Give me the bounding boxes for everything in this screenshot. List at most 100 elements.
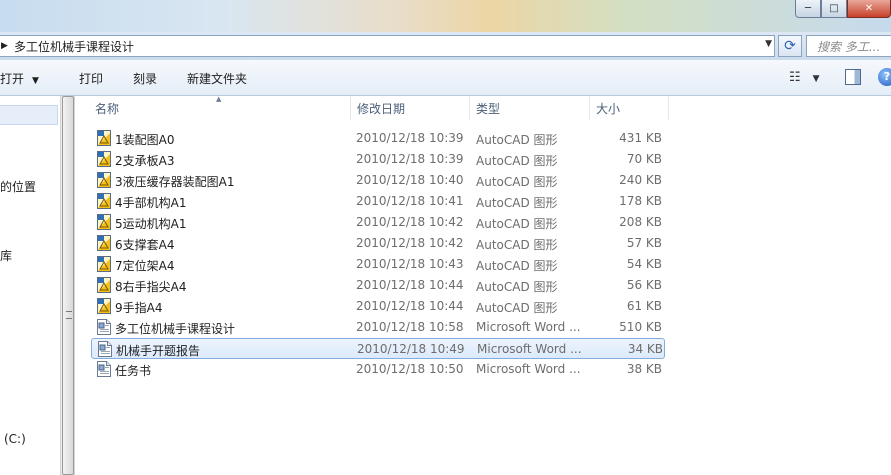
- file-row[interactable]: 2支承板A3 2010/12/18 10:39 AutoCAD 图形 70 KB: [91, 149, 665, 170]
- autocad-icon: [97, 214, 111, 230]
- address-dropdown-icon[interactable]: ▼: [765, 39, 772, 49]
- file-row[interactable]: 7定位架A4 2010/12/18 10:43 AutoCAD 图形 54 KB: [91, 254, 665, 275]
- scrollbar-thumb[interactable]: [62, 96, 74, 475]
- nav-item-recent-places[interactable]: 的位置: [0, 178, 36, 195]
- breadcrumb-chevron-icon[interactable]: ▶: [1, 41, 11, 51]
- autocad-icon: [97, 277, 111, 293]
- file-type: AutoCAD 图形: [476, 301, 558, 315]
- nav-item-local-disk-c[interactable]: (C:): [4, 432, 26, 446]
- file-date-modified: 2010/12/18 10:43: [356, 257, 464, 271]
- file-type: AutoCAD 图形: [476, 238, 558, 252]
- file-row[interactable]: 机械手开题报告 2010/12/18 10:49 Microsoft Word ..…: [91, 338, 665, 359]
- file-row[interactable]: 任务书 2010/12/18 10:50 Microsoft Word ... 38 …: [91, 359, 665, 380]
- maximize-button[interactable]: □: [821, 0, 847, 18]
- view-dropdown-icon[interactable]: ▼: [813, 74, 820, 84]
- file-name: 4手部机构A1: [115, 196, 187, 210]
- file-type: AutoCAD 图形: [476, 196, 558, 210]
- file-date-modified: 2010/12/18 10:41: [356, 194, 464, 208]
- file-name: 任务书: [115, 364, 152, 378]
- open-button[interactable]: 打开 ▼: [0, 70, 39, 87]
- file-name: 5运动机构A1: [115, 217, 187, 231]
- open-button-label: 打开: [0, 72, 25, 86]
- help-button[interactable]: ?: [878, 68, 891, 86]
- file-date-modified: 2010/12/18 10:39: [356, 131, 464, 145]
- file-size: 54 KB: [626, 257, 662, 271]
- autocad-icon: [97, 235, 111, 251]
- file-size: 70 KB: [626, 152, 662, 166]
- print-button[interactable]: 打印: [79, 70, 103, 87]
- file-date-modified: 2010/12/18 10:50: [356, 362, 464, 376]
- autocad-icon: [97, 130, 111, 146]
- view-details-icon: ☷: [789, 70, 801, 85]
- file-type: AutoCAD 图形: [476, 133, 558, 147]
- file-size: 240 KB: [619, 173, 662, 187]
- file-date-modified: 2010/12/18 10:58: [356, 320, 464, 334]
- file-size: 57 KB: [626, 236, 662, 250]
- address-row: ▶ 多工位机械手课程设计 ▼ ⟳ 搜索 多工...: [0, 32, 891, 60]
- file-row[interactable]: 3液压缓存器装配图A1 2010/12/18 10:40 AutoCAD 图形 240…: [91, 170, 665, 191]
- minimize-button[interactable]: ─: [795, 0, 821, 18]
- burn-button[interactable]: 刻录: [133, 70, 157, 87]
- file-type: Microsoft Word ...: [477, 342, 582, 356]
- file-size: 34 KB: [627, 342, 663, 356]
- column-header-date-modified[interactable]: 修改日期: [351, 96, 470, 120]
- file-row[interactable]: 1装配图A0 2010/12/18 10:39 AutoCAD 图形 431 KB: [91, 128, 665, 149]
- file-size: 208 KB: [619, 215, 662, 229]
- autocad-icon: [97, 298, 111, 314]
- file-name: 2支承板A3: [115, 154, 175, 168]
- file-row[interactable]: 4手部机构A1 2010/12/18 10:41 AutoCAD 图形 178 KB: [91, 191, 665, 212]
- file-date-modified: 2010/12/18 10:49: [357, 342, 465, 356]
- file-size: 56 KB: [626, 278, 662, 292]
- file-row[interactable]: 9手指A4 2010/12/18 10:44 AutoCAD 图形 61 KB: [91, 296, 665, 317]
- file-type: Microsoft Word ...: [476, 320, 581, 334]
- autocad-icon: [97, 256, 111, 272]
- file-type: AutoCAD 图形: [476, 217, 558, 231]
- file-name: 3液压缓存器装配图A1: [115, 175, 235, 189]
- column-header-name[interactable]: 名称: [89, 96, 351, 120]
- file-name: 机械手开题报告: [116, 344, 201, 358]
- file-type: AutoCAD 图形: [476, 154, 558, 168]
- file-row[interactable]: 6支撑套A4 2010/12/18 10:42 AutoCAD 图形 57 KB: [91, 233, 665, 254]
- file-type: AutoCAD 图形: [476, 175, 558, 189]
- word-doc-icon: [98, 341, 112, 357]
- file-size: 178 KB: [619, 194, 662, 208]
- file-name: 1装配图A0: [115, 133, 175, 147]
- search-input[interactable]: 搜索 多工...: [806, 35, 891, 57]
- preview-pane-icon[interactable]: [845, 69, 861, 85]
- breadcrumb-current-folder[interactable]: 多工位机械手课程设计: [14, 38, 134, 55]
- file-row[interactable]: 多工位机械手课程设计 2010/12/18 10:58 Microsoft Word…: [91, 317, 665, 338]
- file-size: 61 KB: [626, 299, 662, 313]
- column-header-type[interactable]: 类型: [470, 96, 590, 120]
- file-name: 9手指A4: [115, 301, 163, 315]
- autocad-icon: [97, 172, 111, 188]
- open-dropdown-icon[interactable]: ▼: [32, 76, 39, 86]
- window-controls: ─ □ ✕: [795, 0, 891, 20]
- word-doc-icon: [97, 319, 111, 335]
- autocad-icon: [97, 193, 111, 209]
- close-button[interactable]: ✕: [847, 0, 891, 18]
- command-toolbar: 打开 ▼ 打印 刻录 新建文件夹 ☷ ▼ ?: [0, 60, 891, 96]
- file-date-modified: 2010/12/18 10:44: [356, 299, 464, 313]
- change-view-button[interactable]: ☷ ▼: [789, 70, 820, 85]
- file-date-modified: 2010/12/18 10:40: [356, 173, 464, 187]
- nav-item-libraries[interactable]: 库: [0, 247, 12, 264]
- new-folder-button[interactable]: 新建文件夹: [187, 70, 247, 87]
- address-bar[interactable]: ▶ 多工位机械手课程设计 ▼: [0, 35, 775, 57]
- file-size: 38 KB: [626, 362, 662, 376]
- file-type: AutoCAD 图形: [476, 280, 558, 294]
- file-row[interactable]: 8右手指尖A4 2010/12/18 10:44 AutoCAD 图形 56 KB: [91, 275, 665, 296]
- nav-scrollbar[interactable]: [60, 96, 75, 475]
- file-row[interactable]: 5运动机构A1 2010/12/18 10:42 AutoCAD 图形 208 KB: [91, 212, 665, 233]
- file-date-modified: 2010/12/18 10:42: [356, 215, 464, 229]
- scrollbar-grip-icon: [66, 311, 72, 319]
- column-header-size[interactable]: 大小: [590, 96, 669, 120]
- file-name: 多工位机械手课程设计: [115, 322, 236, 336]
- file-size: 431 KB: [619, 131, 662, 145]
- file-date-modified: 2010/12/18 10:42: [356, 236, 464, 250]
- nav-selected-item[interactable]: [0, 105, 58, 125]
- file-name: 7定位架A4: [115, 259, 175, 273]
- file-list-view: ▲ 名称 修改日期 类型 大小 1装配图A0 2010/12/18 10:39 Au…: [76, 95, 891, 475]
- file-type: AutoCAD 图形: [476, 259, 558, 273]
- refresh-button[interactable]: ⟳: [778, 35, 802, 57]
- file-name: 8右手指尖A4: [115, 280, 187, 294]
